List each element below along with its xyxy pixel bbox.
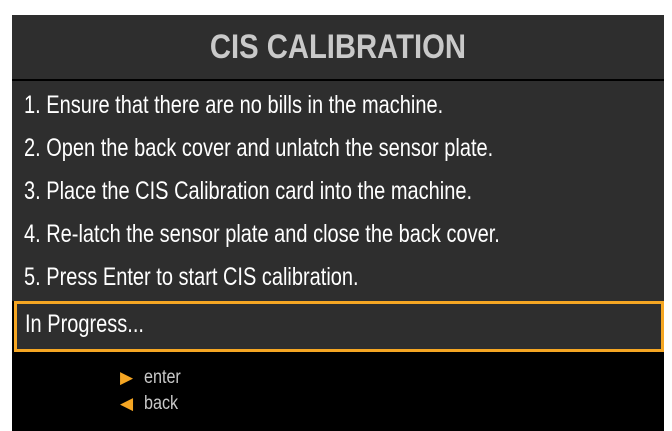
instruction-step-1: 1. Ensure that there are no bills in the… <box>24 91 444 119</box>
instruction-step-2: 2. Open the back cover and unlatch the s… <box>24 134 494 162</box>
status-box: In Progress... <box>14 301 664 352</box>
back-button[interactable]: ◀ back <box>120 393 184 415</box>
back-label: back <box>144 393 179 414</box>
calibration-screen: CIS CALIBRATION 1. Ensure that there are… <box>12 15 664 431</box>
play-left-icon: ◀ <box>120 394 134 413</box>
enter-label: enter <box>144 367 181 388</box>
instruction-list: 1. Ensure that there are no bills in the… <box>12 79 664 301</box>
instruction-step-3: 3. Place the CIS Calibration card into t… <box>24 177 473 205</box>
instruction-step-5: 5. Press Enter to start CIS calibration. <box>24 263 359 291</box>
status-text: In Progress... <box>25 310 144 338</box>
title-bar: CIS CALIBRATION <box>12 15 664 79</box>
page-title: CIS CALIBRATION <box>209 27 467 66</box>
play-right-icon: ▶ <box>120 368 134 387</box>
instruction-step-4: 4. Re-latch the sensor plate and close t… <box>24 220 500 248</box>
enter-button[interactable]: ▶ enter <box>120 367 187 389</box>
